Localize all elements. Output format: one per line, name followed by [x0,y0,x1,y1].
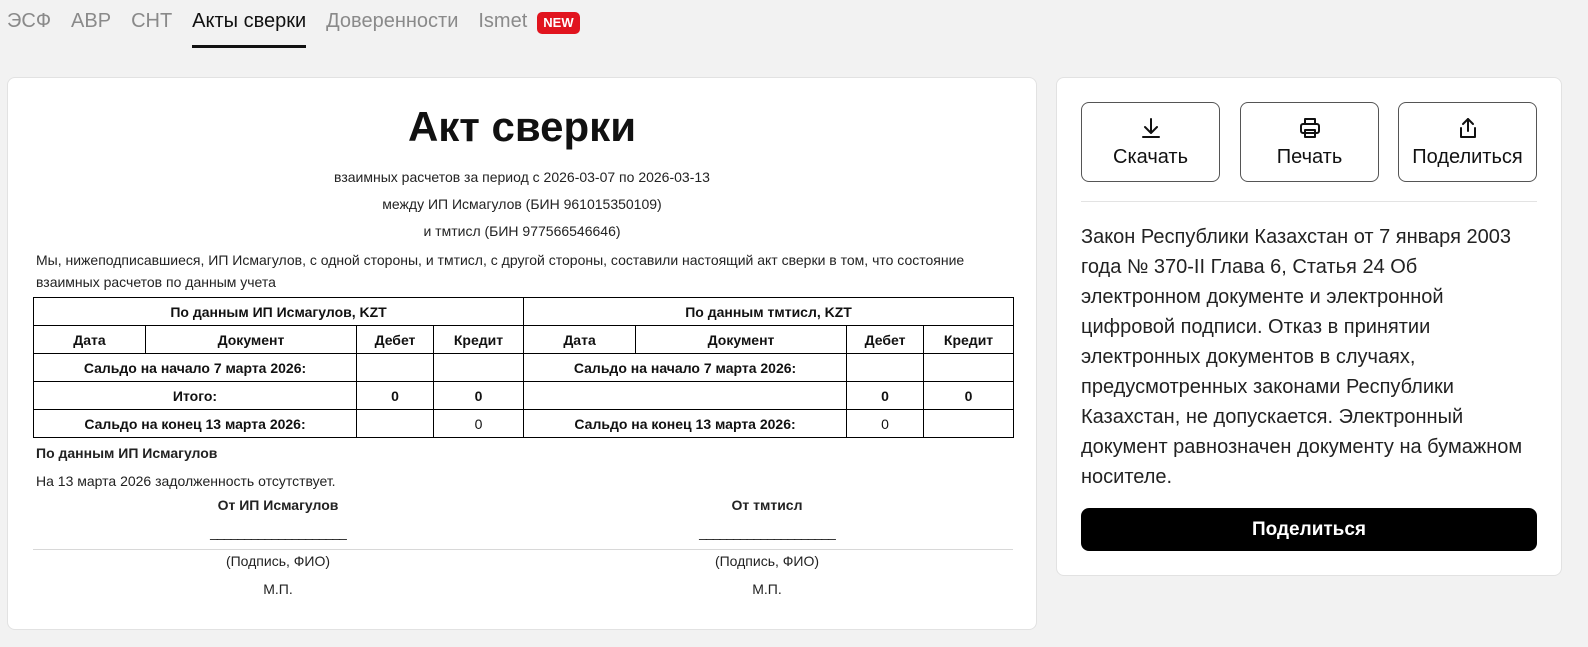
tab-reconciliation-acts[interactable]: Акты сверки [192,0,307,48]
panel-divider [1081,201,1537,202]
column-header-debit: Дебет [356,325,434,354]
column-header-date: Дата [523,325,637,354]
tab-power-of-attorney[interactable]: Доверенности [326,0,458,48]
table-cell [846,353,925,382]
total-right-credit: 0 [923,381,1015,410]
print-label: Печать [1276,145,1343,168]
tab-esf[interactable]: ЭСФ [7,0,51,48]
opening-balance-label: Сальдо на начало 7 марта 2026: [523,353,848,382]
tab-label: Акты сверки [192,10,307,32]
table-cell [432,353,525,382]
share-button[interactable]: Поделиться [1081,508,1537,551]
share-label: Поделиться [1412,145,1523,168]
between-line: между ИП Исмагулов (БИН 961015350109) [382,196,662,212]
summary-text: На 13 марта 2026 задолженность отсутству… [36,473,336,489]
column-header-debit: Дебет [846,325,925,354]
signature-divider [33,549,1013,550]
table-cell [523,381,848,410]
tab-label: Ismet [478,10,528,32]
share-icon-button[interactable]: Поделиться [1398,102,1537,182]
tab-ismet[interactable]: Ismet NEW [478,0,580,48]
left-signer-name: От ИП Исмагулов [217,497,339,513]
left-party-header: По данным ИП Исмагулов, KZT [32,297,525,326]
document-title: Акт сверки [407,103,637,150]
download-label: Скачать [1113,145,1188,168]
table-row: Дата Документ Дебет Кредит Дата Документ… [33,325,1015,354]
tab-label: Доверенности [326,10,459,32]
table-row: По данным ИП Исмагулов, KZT По данным тм… [32,297,1015,326]
column-header-date: Дата [33,325,146,354]
right-signer-name: От тмтисл [731,497,803,513]
table-cell [923,353,1015,382]
total-right-debit: 0 [846,381,925,410]
signature-caption: (Подпись, ФИО) [225,553,331,569]
total-left-debit: 0 [356,381,434,410]
table-cell [923,409,1015,438]
total-label: Итого: [33,381,357,410]
share-icon [1459,117,1476,138]
closing-balance-label: Сальдо на конец 13 марта 2026: [33,409,357,438]
column-header-credit: Кредит [432,325,525,354]
tab-bar: ЭСФ АВР СНТ Акты сверки Доверенности Ism… [7,0,600,52]
seal-mark: М.П. [752,581,782,597]
print-button[interactable]: Печать [1240,102,1379,182]
tab-label: АВР [71,10,112,32]
reconciliation-document: Акт сверки взаимных расчетов за период с… [7,77,1037,630]
opening-balance-label: Сальдо на начало 7 марта 2026: [33,353,357,382]
tab-avr[interactable]: АВР [71,0,111,48]
total-left-credit: 0 [432,381,525,410]
and-line: и тмтисл (БИН 977566546646) [423,223,621,239]
column-header-credit: Кредит [923,325,1015,354]
download-icon [1141,117,1160,138]
tab-label: ЭСФ [7,10,52,32]
table-row: Итого: 0 0 0 0 [33,381,1015,410]
law-notice: Закон Республики Казахстан от 7 января 2… [1081,226,1523,488]
seal-mark: М.П. [263,581,293,597]
table-cell [356,353,434,382]
tab-snt[interactable]: СНТ [131,0,172,48]
table-row: Сальдо на начало 7 марта 2026: Сальдо на… [33,353,1015,382]
download-button[interactable]: Скачать [1081,102,1220,182]
intro-text: Мы, нижеподписавшиеся, ИП Исмагулов, с о… [36,252,965,290]
summary-heading: По данным ИП Исмагулов [36,445,218,461]
new-badge: NEW [537,12,580,34]
right-party-header: По данным тмтисл, KZT [523,297,1015,326]
signature-line: ____________________ [210,524,347,540]
period-line: взаимных расчетов за период с 2026-03-07… [334,169,710,185]
signature-line: ____________________ [699,524,836,540]
actions-panel: Скачать Печать Поделиться Закон Республи… [1056,77,1562,576]
reconciliation-table: По данным ИП Исмагулов, KZT По данным тм… [32,297,1015,438]
table-row: Сальдо на конец 13 марта 2026: 0 Сальдо … [33,409,1015,438]
closing-right-debit: 0 [846,409,925,438]
tab-label: СНТ [131,10,173,32]
signature-caption: (Подпись, ФИО) [714,553,820,569]
closing-balance-label: Сальдо на конец 13 марта 2026: [523,409,848,438]
column-header-document: Документ [635,325,848,354]
column-header-document: Документ [145,325,357,354]
table-cell [356,409,434,438]
printer-icon [1299,117,1320,138]
closing-left-credit: 0 [432,409,525,438]
